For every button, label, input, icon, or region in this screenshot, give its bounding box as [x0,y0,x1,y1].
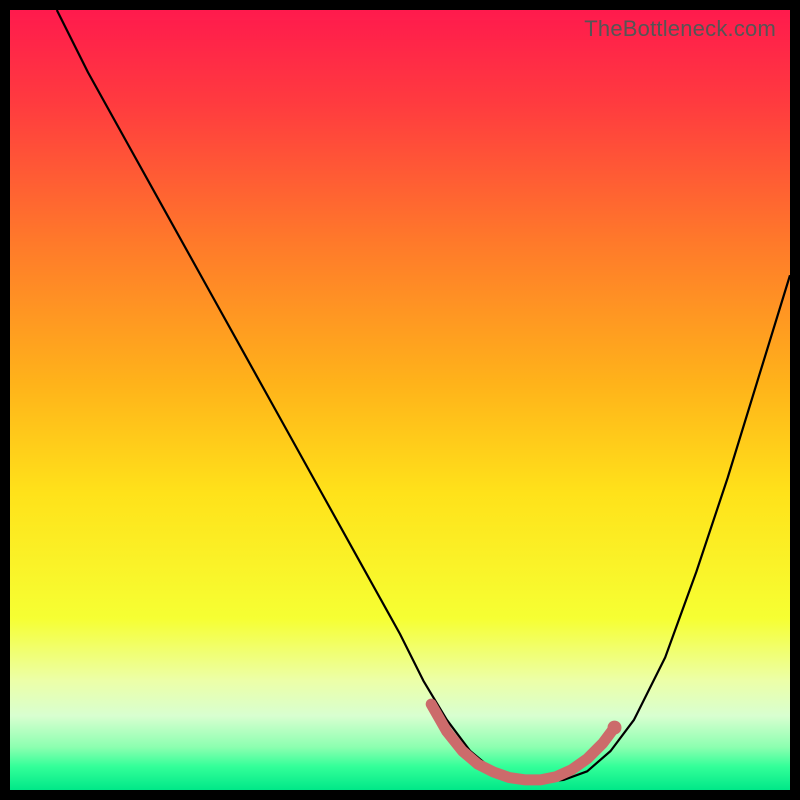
chart-frame: TheBottleneck.com [10,10,790,790]
optimal-point [608,721,622,735]
gradient-background [10,10,790,790]
bottleneck-chart [10,10,790,790]
marker-layer [608,721,622,735]
watermark-label: TheBottleneck.com [584,16,776,42]
